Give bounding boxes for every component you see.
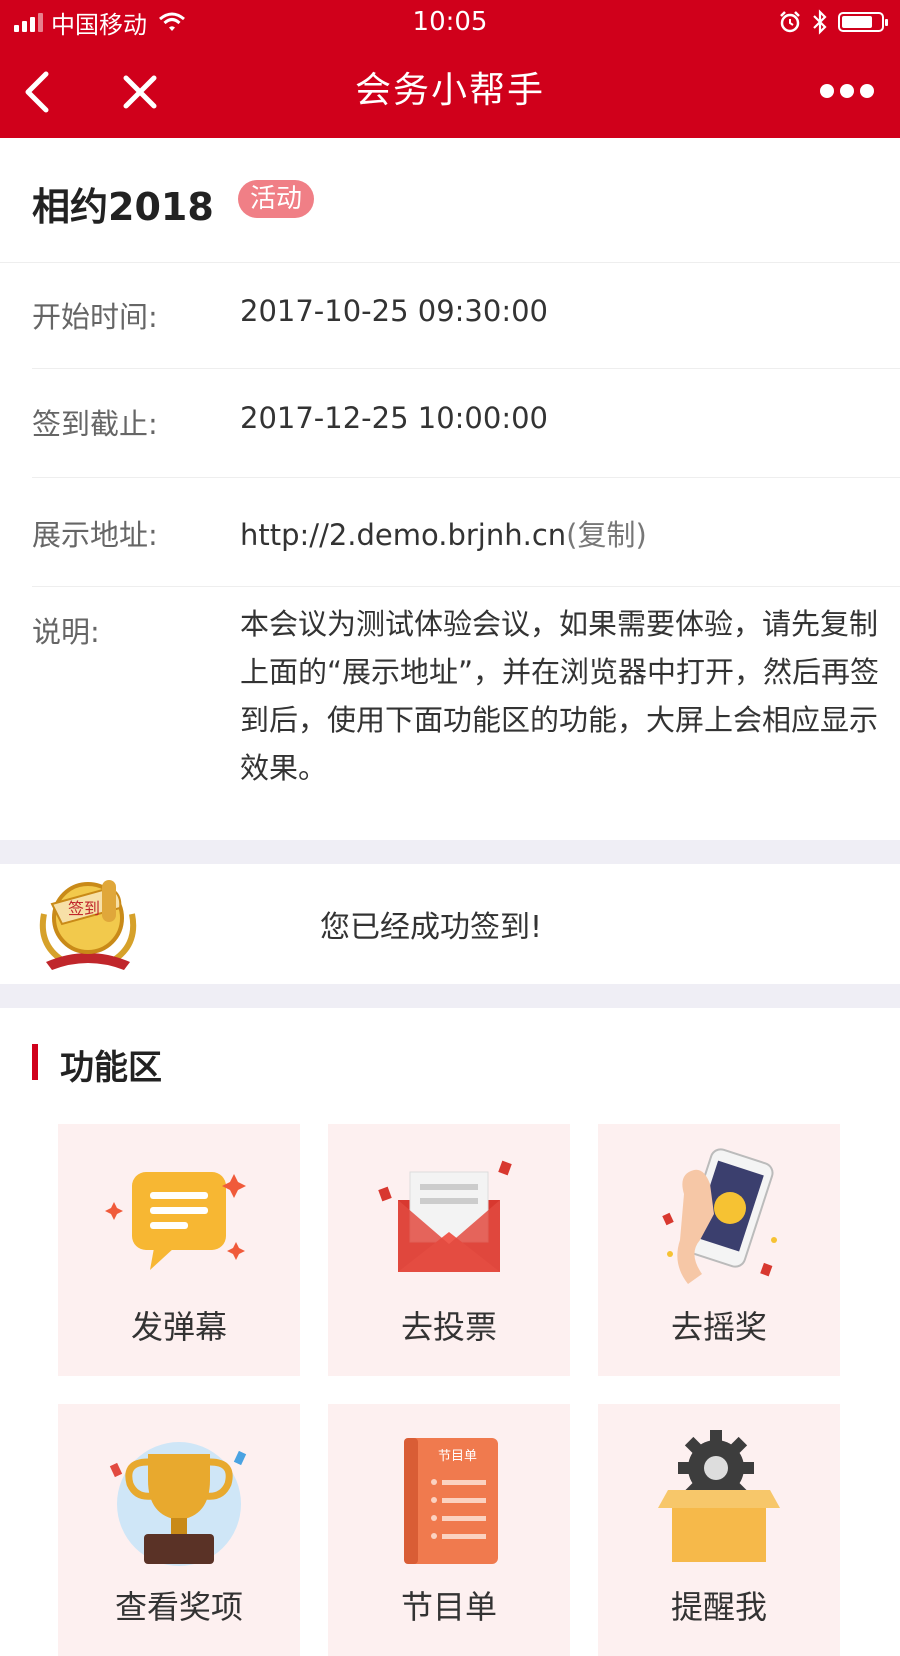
feature-tile-program[interactable]: 节目单 节目单 [328, 1404, 570, 1656]
feature-tile-label: 查看奖项 [114, 1588, 243, 1626]
start-time-label: 开始时间: [32, 300, 158, 334]
feature-section-label: 功能区 [60, 1048, 162, 1088]
deadline-label: 签到截止: [32, 407, 158, 441]
signin-badge-text: 签到 [68, 899, 100, 918]
feature-tile-label: 提醒我 [670, 1588, 767, 1626]
address-row: 展示地址: http://2.demo.brjnh.cn(复制) [32, 478, 900, 587]
chat-bubble-icon [105, 1172, 246, 1270]
battery-icon [838, 12, 888, 32]
program-book-title: 节目单 [438, 1449, 477, 1464]
feature-tile-danmu[interactable]: 发弹幕 [58, 1124, 300, 1376]
meeting-title: 相约2018 [32, 185, 214, 229]
address-value: http://2.demo.brjnh.cn [240, 518, 567, 552]
section-accent-bar [32, 1044, 38, 1080]
feature-tile-label: 发弹幕 [130, 1308, 227, 1346]
alarm-icon [780, 11, 800, 33]
start-time-value: 2017-10-25 09:30:00 [240, 294, 548, 328]
activity-tag: 活动 [238, 180, 315, 218]
phone-shake-icon [662, 1148, 777, 1284]
signin-message: 您已经成功签到! [320, 910, 543, 945]
status-time: 10:05 [412, 7, 488, 37]
deadline-value: 2017-12-25 10:00:00 [240, 401, 548, 435]
description-text: 本会议为测试体验会议，如果需要体验，请先复制上面的“展示地址”，并在浏览器中打开… [240, 607, 880, 785]
feature-tile-label: 去投票 [400, 1308, 497, 1346]
more-icon[interactable] [820, 84, 874, 98]
feature-tile-label: 去摇奖 [670, 1308, 767, 1346]
gear-box-icon [658, 1430, 780, 1562]
signin-status: 签到 您已经成功签到! [0, 864, 900, 984]
feature-tile-lottery[interactable]: 去摇奖 [598, 1124, 840, 1376]
meeting-header: 相约2018 活动 [0, 138, 900, 263]
section-divider-2 [0, 984, 900, 1008]
nav-bar: 会务小帮手 [0, 44, 900, 138]
program-book-icon: 节目单 [404, 1438, 498, 1564]
feature-tile-prizes[interactable]: 查看奖项 [58, 1404, 300, 1656]
envelope-icon [378, 1160, 512, 1272]
start-time-row: 开始时间: 2017-10-25 09:30:00 [32, 262, 900, 369]
deadline-row: 签到截止: 2017-12-25 10:00:00 [32, 369, 900, 478]
address-label: 展示地址: [32, 518, 158, 552]
address-value-wrap: http://2.demo.brjnh.cn(复制) [240, 512, 647, 554]
section-divider [0, 840, 900, 864]
description-row: 说明: 本会议为测试体验会议，如果需要体验，请先复制上面的“展示地址”，并在浏览… [32, 587, 900, 839]
feature-tile-remind[interactable]: 提醒我 [598, 1404, 840, 1656]
status-right [778, 0, 888, 44]
feature-tile-vote[interactable]: 去投票 [328, 1124, 570, 1376]
description-label: 说明: [32, 615, 100, 649]
trophy-icon [109, 1442, 247, 1566]
signin-badge-icon: 签到 [39, 880, 137, 970]
copy-link[interactable]: (复制) [566, 518, 647, 552]
status-bar: 中国移动 10:05 [0, 0, 900, 44]
bluetooth-icon [813, 9, 827, 35]
page-title: 会务小帮手 [354, 70, 545, 111]
feature-tile-label: 节目单 [400, 1588, 497, 1626]
